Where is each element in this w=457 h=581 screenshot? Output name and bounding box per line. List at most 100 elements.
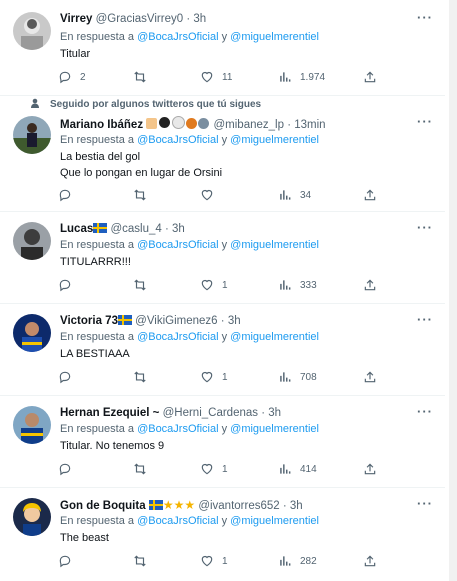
retweet-icon: [134, 555, 146, 567]
more-options-button[interactable]: ···: [417, 220, 433, 235]
retweet-button[interactable]: [133, 554, 155, 568]
reply-prefix: En respuesta a: [60, 134, 134, 146]
more-options-button[interactable]: ···: [417, 496, 433, 511]
share-button[interactable]: [363, 70, 377, 84]
reply-button[interactable]: [58, 188, 80, 202]
reply-prefix: En respuesta a: [60, 423, 134, 435]
display-name[interactable]: Gon de Boquita: [60, 500, 146, 512]
retweet-button[interactable]: [133, 70, 155, 84]
like-button[interactable]: 1: [200, 278, 228, 292]
reply-button[interactable]: [58, 462, 80, 476]
tweet-header: Hernan Ezequiel ~ @Herni_Cardenas · 3h: [60, 406, 281, 420]
user-handle[interactable]: @ivantorres652: [198, 500, 279, 512]
mention-link[interactable]: @miguelmerentiel: [230, 134, 319, 146]
reply-icon: [59, 371, 71, 384]
tweet-actions: 2 11 1.974: [58, 70, 388, 86]
views-button[interactable]: 282: [278, 554, 317, 568]
like-button[interactable]: 1: [200, 370, 228, 384]
more-options-button[interactable]: ···: [417, 404, 433, 419]
mention-link[interactable]: @miguelmerentiel: [230, 331, 319, 343]
star-icon: ★: [162, 498, 174, 512]
timestamp[interactable]: · 3h: [186, 13, 206, 25]
display-name[interactable]: Lucas: [60, 223, 93, 235]
user-handle[interactable]: @caslu_4: [110, 223, 161, 235]
views-icon: [280, 72, 291, 82]
retweet-button[interactable]: [133, 188, 155, 202]
views-button[interactable]: 708: [278, 370, 317, 384]
views-button[interactable]: 414: [278, 462, 317, 476]
like-button[interactable]: 11: [200, 70, 232, 84]
retweet-button[interactable]: [133, 370, 155, 384]
timestamp[interactable]: · 13min: [287, 119, 325, 131]
social-context-text[interactable]: Seguido por algunos twitteros que tú sig…: [50, 99, 261, 110]
tweet-gon[interactable]: Gon de Boquita ★★★ @ivantorres652 · 3h ·…: [0, 488, 445, 581]
avatar[interactable]: [13, 406, 51, 444]
reply-join: y: [221, 239, 228, 251]
more-options-button[interactable]: ···: [417, 10, 433, 25]
user-handle[interactable]: @mibanez_lp: [213, 119, 284, 131]
user-handle[interactable]: @Herni_Cardenas: [163, 407, 258, 419]
mention-link[interactable]: @miguelmerentiel: [230, 239, 319, 251]
views-button[interactable]: 34: [278, 188, 311, 202]
share-button[interactable]: [363, 462, 377, 476]
retweet-button[interactable]: [133, 462, 155, 476]
avatar[interactable]: [13, 498, 51, 536]
share-button[interactable]: [363, 554, 377, 568]
share-button[interactable]: [363, 188, 377, 202]
user-handle[interactable]: @GraciasVirrey0: [96, 13, 184, 25]
mention-link[interactable]: @BocaJrsOficial: [137, 515, 218, 527]
views-button[interactable]: 1.974: [278, 70, 325, 84]
tweet-header: Virrey @GraciasVirrey0 · 3h: [60, 12, 206, 26]
like-button[interactable]: [200, 188, 222, 202]
more-options-button[interactable]: ···: [417, 114, 433, 129]
share-icon: [364, 71, 376, 83]
share-button[interactable]: [363, 278, 377, 292]
timestamp[interactable]: · 3h: [165, 223, 185, 235]
reply-button[interactable]: [58, 278, 80, 292]
scrollbar[interactable]: [449, 0, 457, 581]
display-name[interactable]: Victoria 73: [60, 315, 118, 327]
view-count: 333: [300, 279, 317, 291]
display-name[interactable]: Hernan Ezequiel ~: [60, 407, 159, 419]
like-button[interactable]: 1: [200, 462, 228, 476]
share-icon: [364, 555, 376, 567]
mention-link[interactable]: @BocaJrsOficial: [137, 239, 218, 251]
mention-link[interactable]: @BocaJrsOficial: [137, 134, 218, 146]
tweet-mariano[interactable]: Seguido por algunos twitteros que tú sig…: [0, 96, 445, 212]
views-button[interactable]: 333: [278, 278, 317, 292]
timestamp[interactable]: · 3h: [261, 407, 281, 419]
tweet-hernan[interactable]: Hernan Ezequiel ~ @Herni_Cardenas · 3h ·…: [0, 396, 445, 488]
reply-join: y: [221, 515, 228, 527]
mention-link[interactable]: @BocaJrsOficial: [137, 331, 218, 343]
reply-button[interactable]: [58, 554, 80, 568]
avatar[interactable]: [13, 222, 51, 260]
display-name[interactable]: Mariano Ibáñez: [60, 119, 143, 131]
mention-link[interactable]: @miguelmerentiel: [230, 515, 319, 527]
reply-button[interactable]: [58, 370, 80, 384]
like-button[interactable]: 1: [200, 554, 228, 568]
reply-context: En respuesta a @BocaJrsOficial y @miguel…: [60, 330, 319, 344]
timestamp[interactable]: · 3h: [283, 500, 303, 512]
avatar[interactable]: [13, 314, 51, 352]
mention-link[interactable]: @BocaJrsOficial: [137, 423, 218, 435]
mention-link[interactable]: @BocaJrsOficial: [137, 31, 218, 43]
volleyball-emoji: [172, 116, 186, 129]
tweet-lucas[interactable]: Lucas @caslu_4 · 3h ··· En respuesta a @…: [0, 212, 445, 304]
reply-button[interactable]: 2: [58, 70, 86, 84]
more-options-button[interactable]: ···: [417, 312, 433, 327]
mention-link[interactable]: @miguelmerentiel: [230, 31, 319, 43]
tweet-victoria[interactable]: Victoria 73 @VikiGimenez6 · 3h ··· En re…: [0, 304, 445, 396]
heart-icon: [201, 189, 213, 201]
person-icon: [31, 98, 39, 108]
display-name[interactable]: Virrey: [60, 13, 92, 25]
user-handle[interactable]: @VikiGimenez6: [135, 315, 217, 327]
share-button[interactable]: [363, 370, 377, 384]
runner-emoji: [198, 118, 210, 129]
tweet-virrey[interactable]: Virrey @GraciasVirrey0 · 3h ··· En respu…: [0, 0, 445, 96]
avatar[interactable]: [13, 12, 51, 50]
retweet-button[interactable]: [133, 278, 155, 292]
star-icon: ★: [173, 498, 185, 512]
timestamp[interactable]: · 3h: [221, 315, 241, 327]
avatar[interactable]: [13, 116, 51, 154]
mention-link[interactable]: @miguelmerentiel: [230, 423, 319, 435]
